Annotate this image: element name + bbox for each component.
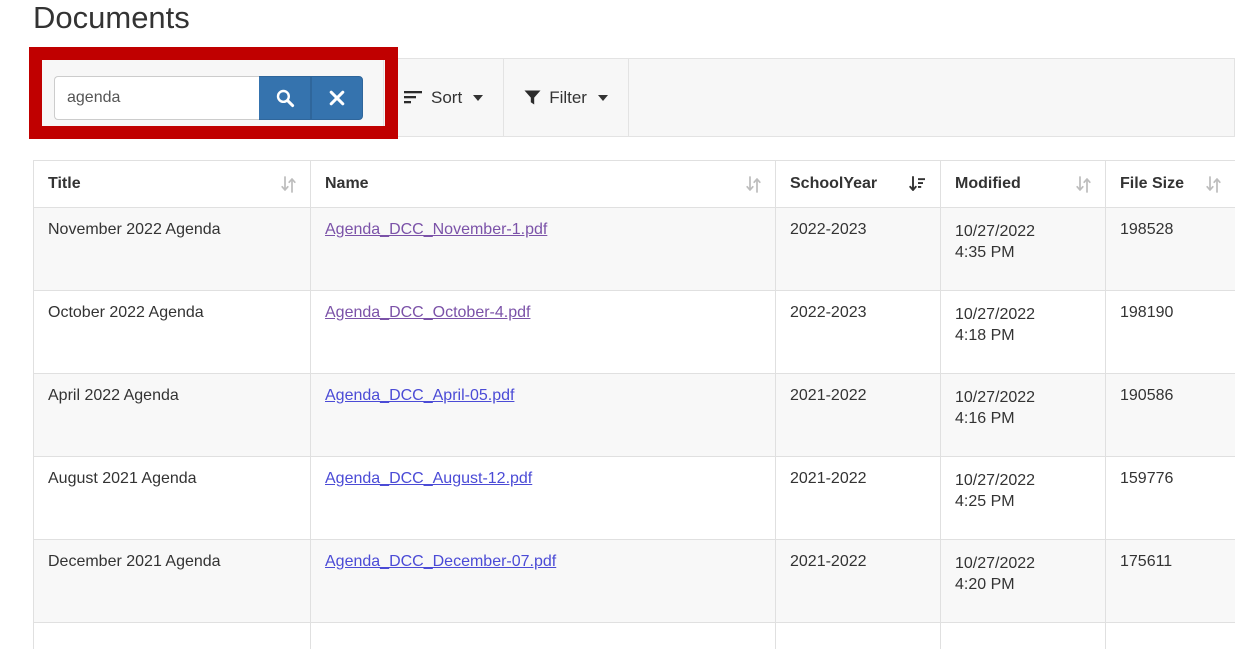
cell-title: August 2021 Agenda xyxy=(33,456,311,540)
cell-filesize xyxy=(1105,622,1235,649)
cell-modified: 10/27/2022 4:25 PM xyxy=(940,456,1106,540)
cell-title: November 2022 Agenda xyxy=(33,207,311,291)
cell-filesize: 190586 xyxy=(1105,373,1235,457)
cell-name: Agenda_DCC_November-1.pdf xyxy=(310,207,776,291)
documents-table: Title Name SchoolYear Modified File Size… xyxy=(33,160,1235,649)
cell-name: Agenda_DCC_October-4.pdf xyxy=(310,290,776,374)
cell-title: April 2022 Agenda xyxy=(33,373,311,457)
column-header-schoolyear-label: SchoolYear xyxy=(790,175,878,192)
documents-toolbar: Sort Filter xyxy=(33,58,1235,137)
modified-time: 4:25 PM xyxy=(955,493,1015,510)
search-input[interactable] xyxy=(54,75,259,120)
clear-search-button[interactable] xyxy=(311,75,363,120)
cell-name: Agenda_DCC_August-12.pdf xyxy=(310,456,776,540)
modified-time: 4:16 PM xyxy=(955,410,1015,427)
table-body: November 2022 Agenda Agenda_DCC_November… xyxy=(33,207,1235,649)
cell-filesize: 198190 xyxy=(1105,290,1235,374)
table-header-row: Title Name SchoolYear Modified File Size xyxy=(33,160,1235,208)
table-row-partial xyxy=(33,622,1235,649)
document-link[interactable]: Agenda_DCC_August-12.pdf xyxy=(325,470,532,487)
toolbar-search-cell xyxy=(34,59,384,136)
chevron-down-icon xyxy=(597,94,608,101)
sort-button-label: Sort xyxy=(431,87,463,107)
document-link[interactable]: Agenda_DCC_December-07.pdf xyxy=(325,553,556,570)
cell-schoolyear: 2021-2022 xyxy=(775,456,941,540)
sort-toggle-icon xyxy=(1206,175,1221,193)
toolbar-empty-area xyxy=(629,59,1234,136)
search-icon xyxy=(275,88,295,108)
cell-modified: 10/27/2022 4:20 PM xyxy=(940,539,1106,623)
column-header-filesize[interactable]: File Size xyxy=(1105,160,1235,208)
cell-filesize: 159776 xyxy=(1105,456,1235,540)
column-header-name-label: Name xyxy=(325,175,369,192)
search-button[interactable] xyxy=(259,75,311,120)
cell-modified: 10/27/2022 4:18 PM xyxy=(940,290,1106,374)
table-row: October 2022 Agenda Agenda_DCC_October-4… xyxy=(33,290,1235,374)
sort-toggle-icon xyxy=(1076,175,1091,193)
page-title: Documents xyxy=(33,0,190,35)
filter-button[interactable]: Filter xyxy=(522,84,610,112)
column-header-modified-label: Modified xyxy=(955,175,1021,192)
cell-schoolyear: 2021-2022 xyxy=(775,539,941,623)
modified-time: 4:18 PM xyxy=(955,327,1015,344)
search-group xyxy=(54,75,363,120)
modified-time: 4:35 PM xyxy=(955,244,1015,261)
cell-name: Agenda_DCC_April-05.pdf xyxy=(310,373,776,457)
cell-modified: 10/27/2022 4:16 PM xyxy=(940,373,1106,457)
column-header-title-label: Title xyxy=(48,175,81,192)
table-row: December 2021 Agenda Agenda_DCC_December… xyxy=(33,539,1235,623)
sort-toggle-icon xyxy=(746,175,761,193)
modified-date: 10/27/2022 xyxy=(955,472,1036,489)
column-header-title[interactable]: Title xyxy=(33,160,311,208)
cell-modified xyxy=(940,622,1106,649)
modified-date: 10/27/2022 xyxy=(955,389,1036,406)
sort-lines-icon xyxy=(404,90,423,105)
sort-button[interactable]: Sort xyxy=(402,84,485,112)
cell-name: Agenda_DCC_December-07.pdf xyxy=(310,539,776,623)
toolbar-filter-cell: Filter xyxy=(504,59,629,136)
column-header-modified[interactable]: Modified xyxy=(940,160,1106,208)
close-icon xyxy=(328,89,346,107)
cell-schoolyear: 2022-2023 xyxy=(775,207,941,291)
column-header-schoolyear[interactable]: SchoolYear xyxy=(775,160,941,208)
column-header-filesize-label: File Size xyxy=(1120,175,1185,192)
cell-filesize: 198528 xyxy=(1105,207,1235,291)
sort-descending-active-icon xyxy=(909,175,926,193)
document-link[interactable]: Agenda_DCC_April-05.pdf xyxy=(325,387,514,404)
column-header-name[interactable]: Name xyxy=(310,160,776,208)
document-link[interactable]: Agenda_DCC_October-4.pdf xyxy=(325,304,530,321)
sort-toggle-icon xyxy=(281,175,296,193)
modified-date: 10/27/2022 xyxy=(955,555,1036,572)
cell-schoolyear: 2022-2023 xyxy=(775,290,941,374)
cell-schoolyear xyxy=(775,622,941,649)
documents-page: Documents agenda Sort Filter Title Name … xyxy=(0,0,1253,649)
cell-schoolyear: 2021-2022 xyxy=(775,373,941,457)
table-row: November 2022 Agenda Agenda_DCC_November… xyxy=(33,207,1235,291)
table-row: April 2022 Agenda Agenda_DCC_April-05.pd… xyxy=(33,373,1235,457)
table-row: August 2021 Agenda Agenda_DCC_August-12.… xyxy=(33,456,1235,540)
cell-filesize: 175611 xyxy=(1105,539,1235,623)
modified-date: 10/27/2022 xyxy=(955,306,1036,323)
cell-modified: 10/27/2022 4:35 PM xyxy=(940,207,1106,291)
toolbar-sort-cell: Sort xyxy=(384,59,505,136)
filter-button-label: Filter xyxy=(549,87,587,107)
cell-title: October 2022 Agenda xyxy=(33,290,311,374)
chevron-down-icon xyxy=(473,94,484,101)
funnel-icon xyxy=(524,89,541,106)
cell-name xyxy=(310,622,776,649)
documents-table-container: Title Name SchoolYear Modified File Size… xyxy=(33,160,1235,649)
modified-date: 10/27/2022 xyxy=(955,223,1036,240)
cell-title xyxy=(33,622,311,649)
modified-time: 4:20 PM xyxy=(955,576,1015,593)
cell-title: December 2021 Agenda xyxy=(33,539,311,623)
document-link[interactable]: Agenda_DCC_November-1.pdf xyxy=(325,221,547,238)
table-header: Title Name SchoolYear Modified File Size xyxy=(33,160,1235,208)
